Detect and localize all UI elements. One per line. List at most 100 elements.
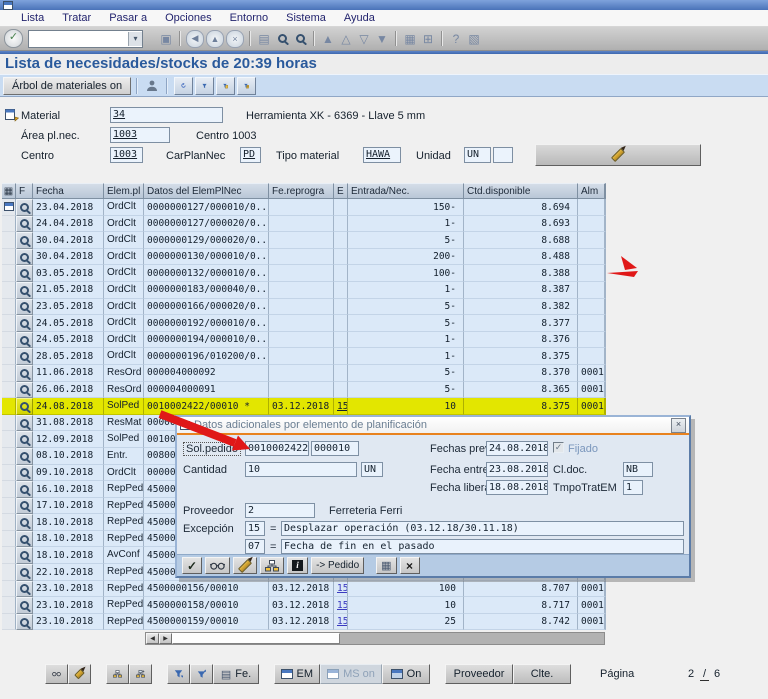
material-field[interactable]: 34 bbox=[110, 107, 223, 123]
filter-segment-button[interactable] bbox=[237, 76, 257, 95]
row-detail-button[interactable] bbox=[16, 281, 33, 299]
filter-set-button[interactable] bbox=[167, 664, 190, 684]
row-detail-button[interactable] bbox=[16, 530, 33, 548]
menu-lista[interactable]: Lista bbox=[12, 11, 53, 26]
row-detail-button[interactable] bbox=[16, 248, 33, 266]
find-icon[interactable] bbox=[273, 30, 291, 47]
print-preview-button[interactable]: ▦ bbox=[376, 557, 397, 574]
help-icon[interactable]: ? bbox=[447, 30, 465, 47]
scrollbar-thumb[interactable] bbox=[172, 633, 340, 644]
row-detail-button[interactable] bbox=[16, 613, 33, 631]
menu-pasar-a[interactable]: Pasar a bbox=[100, 11, 156, 26]
row-detail-button[interactable] bbox=[16, 199, 33, 216]
save-icon[interactable]: ▣ bbox=[157, 30, 175, 47]
row-detail-button[interactable] bbox=[16, 232, 33, 249]
row-detail-button[interactable] bbox=[16, 464, 33, 482]
order-report-button-1[interactable] bbox=[106, 664, 129, 684]
menu-entorno[interactable]: Entorno bbox=[221, 11, 278, 26]
clte-button[interactable]: Clte. bbox=[513, 664, 571, 684]
proveedor-field[interactable]: 2 bbox=[245, 503, 315, 518]
row-detail-button[interactable] bbox=[16, 597, 33, 614]
row-detail-button[interactable] bbox=[16, 547, 33, 565]
command-list-icon[interactable]: ▾ bbox=[128, 31, 142, 46]
excepcion-2-texto-field[interactable]: Fecha de fin en el pasado bbox=[281, 539, 684, 554]
row-detail-button[interactable] bbox=[16, 398, 33, 415]
close-icon[interactable]: × bbox=[671, 417, 686, 433]
fecha-entrega-field[interactable]: 23.08.2018 bbox=[486, 462, 548, 477]
page-up-icon[interactable]: △ bbox=[337, 30, 355, 47]
row-detail-button[interactable] bbox=[16, 580, 33, 598]
row-detail-button[interactable] bbox=[16, 315, 33, 332]
display-button[interactable] bbox=[45, 664, 68, 684]
first-page-icon[interactable]: ▲ bbox=[319, 30, 337, 47]
edit-button[interactable] bbox=[535, 144, 701, 166]
exception-link[interactable]: 15 bbox=[337, 401, 347, 412]
filter-button[interactable] bbox=[195, 76, 215, 95]
edit-element-button[interactable] bbox=[233, 557, 258, 574]
order-report-button-2[interactable] bbox=[129, 664, 152, 684]
cantidad-field[interactable]: 10 bbox=[245, 462, 357, 477]
order-report-button[interactable] bbox=[260, 557, 285, 574]
row-detail-button[interactable] bbox=[16, 331, 33, 349]
centro-field[interactable]: 1003 bbox=[110, 147, 143, 163]
area-field[interactable]: 1003 bbox=[110, 127, 170, 143]
overview-tree-button[interactable] bbox=[3, 107, 20, 123]
fijado-checkbox[interactable]: ✓ bbox=[553, 442, 564, 453]
excepcion-1-codigo-field[interactable]: 15 bbox=[245, 521, 265, 536]
row-detail-button[interactable] bbox=[16, 364, 33, 382]
exit-icon[interactable]: ▲ bbox=[206, 29, 224, 48]
fechas-previst-field[interactable]: 24.08.2018 bbox=[486, 441, 548, 456]
row-detail-button[interactable] bbox=[16, 497, 33, 515]
materials-tree-button[interactable]: Árbol de materiales on bbox=[3, 76, 132, 95]
info-button[interactable]: i bbox=[287, 557, 309, 574]
unidad-extra-field[interactable] bbox=[493, 147, 513, 163]
cancel-icon[interactable]: × bbox=[226, 29, 244, 48]
command-field[interactable] bbox=[29, 31, 128, 46]
row-detail-button[interactable] bbox=[16, 514, 33, 531]
menu-sistema[interactable]: Sistema bbox=[277, 11, 335, 26]
menu-ayuda[interactable]: Ayuda bbox=[335, 11, 384, 26]
tipo-material-field[interactable]: HAWA bbox=[363, 147, 401, 163]
exception-link[interactable]: 15 bbox=[337, 600, 347, 611]
row-detail-button[interactable] bbox=[16, 564, 33, 581]
ms-on-button[interactable]: MS on bbox=[320, 664, 382, 684]
row-detail-button[interactable] bbox=[16, 414, 33, 432]
back-icon[interactable]: ◀ bbox=[186, 29, 204, 48]
horizontal-scrollbar[interactable]: ◀ ▶ bbox=[145, 632, 605, 645]
row-detail-button[interactable] bbox=[16, 447, 33, 465]
exception-link[interactable]: 15 bbox=[337, 616, 347, 627]
table-corner-button[interactable]: ▦ bbox=[2, 183, 16, 199]
fecha-liberac-field[interactable]: 18.08.2018 bbox=[486, 480, 548, 495]
scroll-left-icon[interactable]: ◀ bbox=[146, 633, 159, 644]
edit-button-footer[interactable] bbox=[68, 664, 91, 684]
filter-material-button[interactable] bbox=[216, 76, 236, 95]
new-session-icon[interactable]: ⊞ bbox=[419, 30, 437, 47]
unidad-field[interactable]: UN bbox=[464, 147, 491, 163]
row-detail-button[interactable] bbox=[16, 431, 33, 448]
enter-button[interactable]: ✓ bbox=[4, 29, 23, 48]
solpedido-number-field[interactable]: 0010002422 bbox=[245, 441, 309, 456]
carplannec-field[interactable]: PD bbox=[240, 147, 261, 163]
customize-icon[interactable]: ▧ bbox=[465, 30, 483, 47]
find-next-icon[interactable] bbox=[291, 30, 309, 47]
row-detail-button[interactable] bbox=[16, 348, 33, 365]
page-down-icon[interactable]: ▽ bbox=[355, 30, 373, 47]
refresh-button[interactable] bbox=[174, 76, 194, 95]
display-element-button[interactable] bbox=[205, 557, 231, 574]
print-icon[interactable]: ▤ bbox=[255, 30, 273, 47]
row-detail-button[interactable] bbox=[16, 298, 33, 316]
em-button[interactable]: EM bbox=[274, 664, 320, 684]
menu-opciones[interactable]: Opciones bbox=[156, 11, 220, 26]
cantidad-um-field[interactable]: UN bbox=[361, 462, 383, 477]
exception-link[interactable]: 15 bbox=[337, 583, 347, 594]
row-detail-button[interactable] bbox=[16, 215, 33, 233]
fe-button[interactable]: ▤ Fe. bbox=[213, 664, 259, 684]
pedido-button[interactable]: -> Pedido bbox=[311, 557, 365, 574]
create-shortcut-icon[interactable]: ▦ bbox=[401, 30, 419, 47]
on-button[interactable]: On bbox=[382, 664, 430, 684]
row-detail-button[interactable] bbox=[16, 381, 33, 399]
row-detail-button[interactable] bbox=[16, 265, 33, 282]
menu-tratar[interactable]: Tratar bbox=[53, 11, 100, 26]
cl-doc-field[interactable]: NB bbox=[623, 462, 653, 477]
filter-delete-button[interactable] bbox=[190, 664, 213, 684]
